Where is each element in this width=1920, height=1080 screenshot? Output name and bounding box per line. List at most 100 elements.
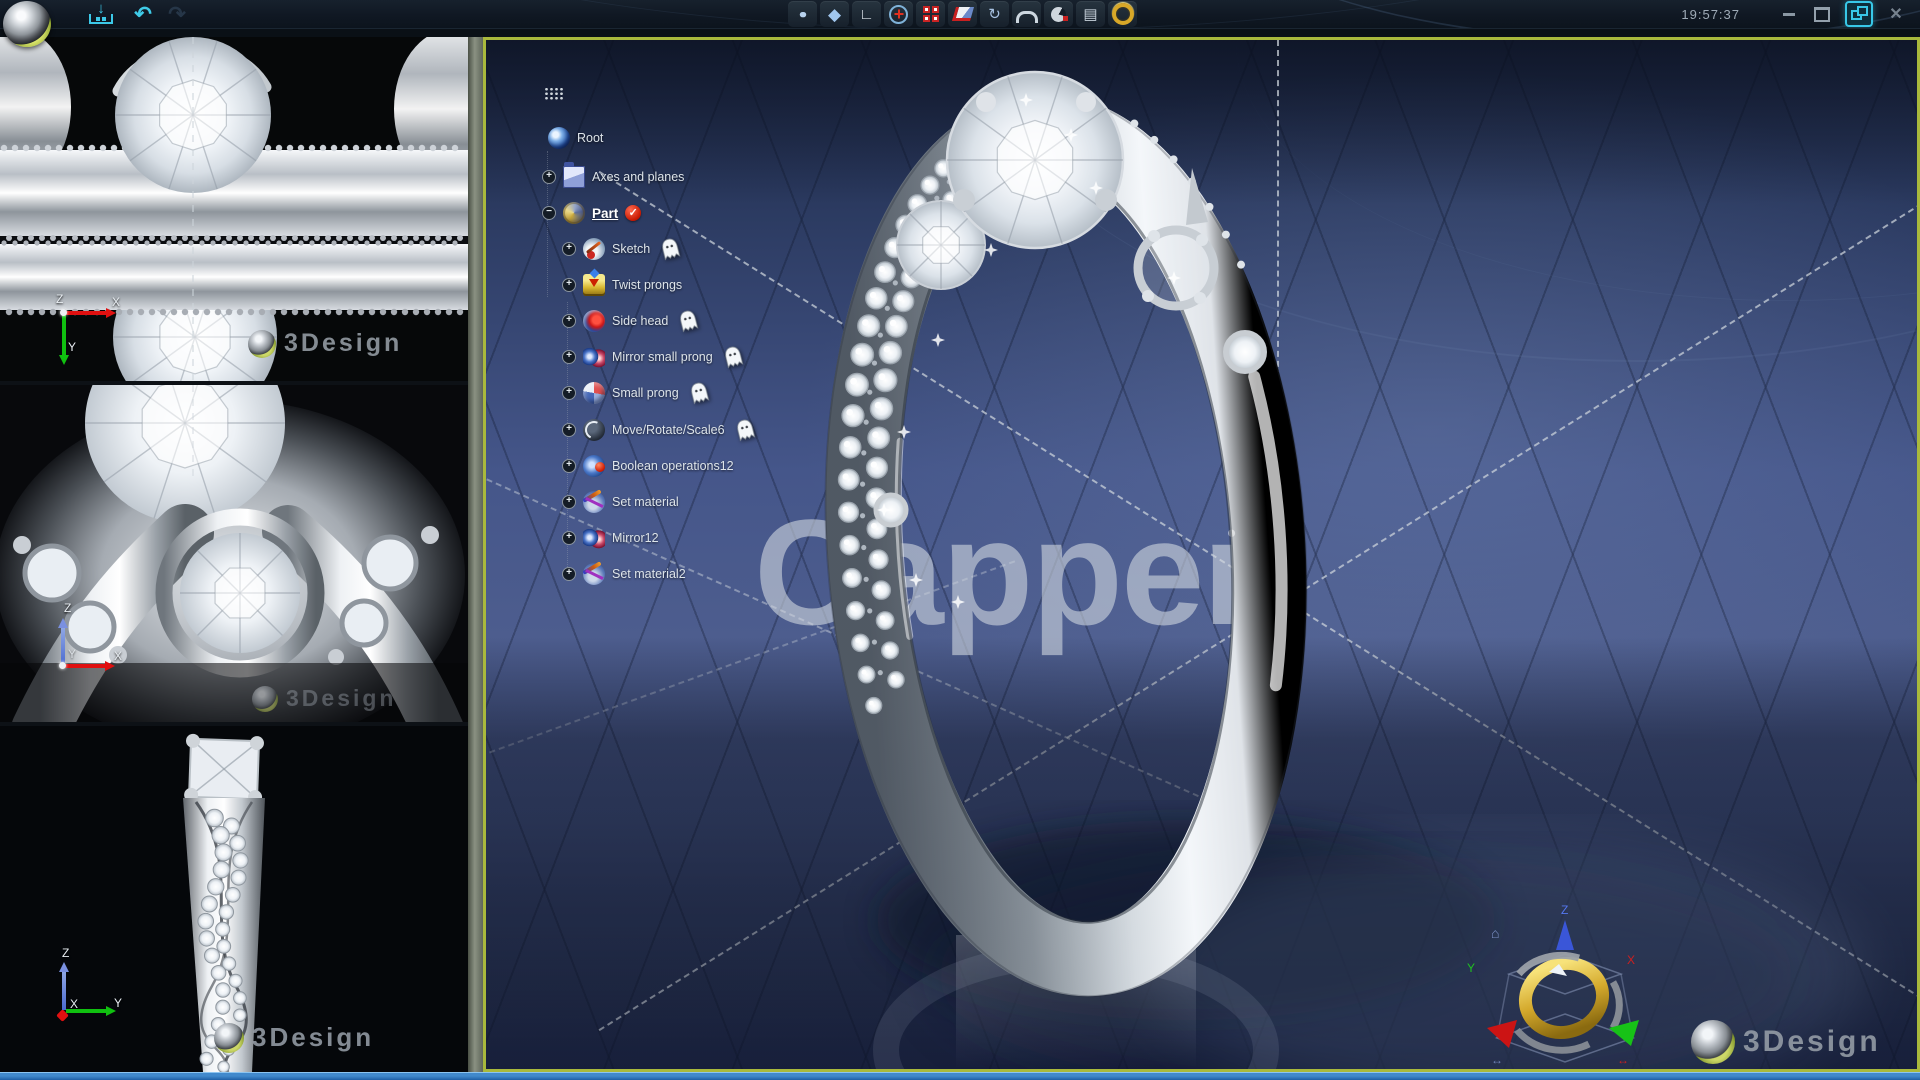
viewport-front-view[interactable]: Z X Y 3Design [0,385,468,722]
expander-icon[interactable]: + [562,386,576,400]
tool-stones-pair[interactable]: ●● [788,1,817,27]
gizmo-z-label: Z [1561,903,1568,917]
expander-icon[interactable]: + [562,495,576,509]
expander-icon[interactable]: + [562,423,576,437]
toolbar-tool-strip: ●● ◆ ∟ ↻ ▤ [788,1,1137,27]
tree-item-mirror12[interactable]: + Mirror12 [542,525,659,551]
gizmo-x-label: X [1627,953,1635,967]
taskbar-edge [0,1072,1920,1080]
tree-item-label: Sketch [612,242,650,256]
toolbar: ↓ ↶ ↷ ●● ◆ ∟ ↻ ▤ 19:57:37 ✕ [0,0,1920,28]
tree-item-label: Side head [612,314,668,328]
expander-icon[interactable]: + [562,314,576,328]
tool-ring-sizer[interactable] [884,1,913,27]
tree-item-label: Part [592,206,618,221]
tool-transform-orbit[interactable]: ↻ [980,1,1009,27]
bool-icon [583,455,605,477]
tree-item-twist-prongs[interactable]: + Twist prongs [542,272,682,298]
tool-layout-panels[interactable]: ▤ [1076,1,1105,27]
tree-item-label: Mirror12 [612,531,659,545]
pattern-array-icon [923,6,939,22]
hidden-ghost-icon [729,415,761,446]
mirror-icon [583,346,605,368]
tool-caliper[interactable]: ∟ [852,1,881,27]
tree-item-small-prong[interactable]: + Small prong [542,380,713,406]
navigation-gizmo[interactable]: Z Y X ⌂ ↔ ↔ [1461,902,1661,1068]
export-render-icon[interactable]: ↓ [84,2,118,26]
tree-item-label: Set material2 [612,567,686,581]
viewport-top-view[interactable]: Z X Y 3Design [0,37,468,381]
undo-icon[interactable]: ↶ [128,2,158,26]
hidden-ghost-icon [717,342,749,373]
tree-item-mirror-small-prong[interactable]: + Mirror small prong [542,344,747,370]
tool-sketch-layers[interactable] [948,1,977,27]
tree-item-move-rotate-scale6[interactable]: + Move/Rotate/Scale6 [542,417,759,443]
tree-item-part[interactable]: − Part ✓ [542,200,641,226]
twist-icon [583,274,605,296]
expander-icon[interactable]: + [562,350,576,364]
globe-icon [548,127,570,149]
boolean-cut-icon [1051,7,1066,22]
gizmo-pan-icon: ↔ [1491,1053,1503,1067]
viewport-perspective[interactable]: Cappen [483,37,1920,1072]
expander-icon[interactable]: + [562,531,576,545]
clock: 19:57:37 [1681,7,1740,22]
tree-grip-handle[interactable] [544,87,564,100]
expander-icon[interactable]: + [562,567,576,581]
ring-wizard-icon [1112,3,1134,25]
tree-item-set-material[interactable]: + Set material [542,489,679,515]
tool-gemstone[interactable]: ◆ [820,1,849,27]
minimize-button[interactable] [1779,4,1799,24]
tree-item-label: Root [577,131,603,145]
transform-orbit-icon: ↻ [988,7,1001,22]
gizmo-y-label: Y [1467,961,1475,975]
restore-button[interactable] [1812,4,1832,24]
expander-icon[interactable]: + [542,170,556,184]
stones-pair-icon: ●● [799,8,807,20]
tree-item-side-head[interactable]: + Side head [542,308,702,334]
tree-item-root[interactable]: Root [542,125,603,151]
tree-item-sketch[interactable]: + Sketch [542,236,684,262]
tree-item-label: Move/Rotate/Scale6 [612,423,725,437]
maximize-button[interactable] [1845,1,1873,27]
panel-splitter[interactable] [468,37,483,1072]
tree-item-boolean-operations12[interactable]: + Boolean operations12 [542,453,734,479]
folder-icon [563,166,585,188]
tree-item-label: Axes and planes [592,170,684,184]
tool-boolean-cut[interactable] [1044,1,1073,27]
material-icon [583,563,605,585]
layout-panels-icon: ▤ [1083,7,1097,22]
scene-tree: Root + Axes and planes − Part ✓ + Sketch + Twist … [542,87,902,607]
tree-item-label: Twist prongs [612,278,682,292]
tool-ring-wizard[interactable] [1108,1,1137,27]
sketch-icon [583,238,605,260]
tree-item-label: Set material [612,495,679,509]
expander-icon[interactable]: + [562,242,576,256]
redo-icon[interactable]: ↷ [162,2,192,26]
expander-icon[interactable]: + [562,459,576,473]
hidden-ghost-icon [683,378,715,409]
gemstone-icon: ◆ [828,6,841,23]
tree-item-label: Mirror small prong [612,350,713,364]
viewport-bottom-view[interactable]: Z Y X 3Design [0,726,468,1072]
tree-item-label: Small prong [612,386,679,400]
material-icon [583,491,605,513]
validated-check-badge: ✓ [625,205,641,221]
tree-item-set-material2[interactable]: + Set material2 [542,561,686,587]
gizmo-flip-icon: ↔ [1617,1053,1629,1067]
close-button[interactable]: ✕ [1886,4,1906,24]
sidehead-icon [583,310,605,332]
caliper-icon: ∟ [859,7,874,22]
tree-item-axes-and-planes[interactable]: + Axes and planes [542,164,684,190]
band-arc-icon [1016,11,1038,23]
tree-item-label: Boolean operations12 [612,459,734,473]
tool-pattern-array[interactable] [916,1,945,27]
gizmo-z-cone[interactable] [1556,920,1574,950]
hidden-ghost-icon [673,306,705,337]
expander-icon[interactable]: − [542,206,556,220]
app-logo [3,1,51,47]
expander-icon[interactable]: + [562,278,576,292]
tool-band-arc[interactable] [1012,1,1041,27]
mirror-icon [583,527,605,549]
sketch-layers-icon [951,7,973,21]
